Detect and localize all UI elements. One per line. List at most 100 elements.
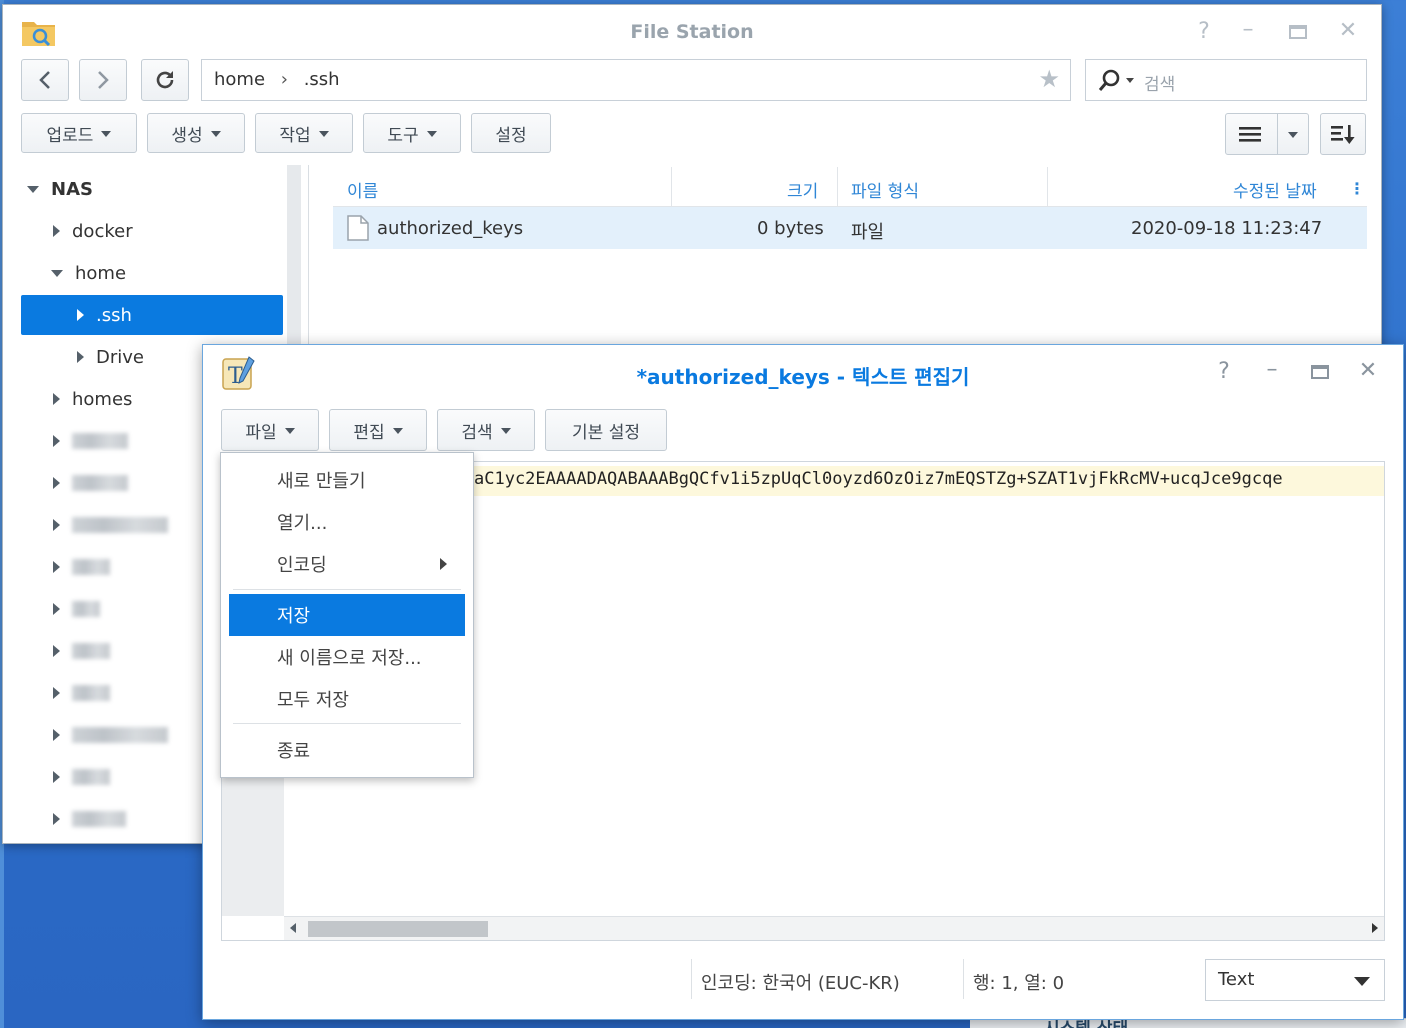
tools-button[interactable]: 도구	[363, 113, 461, 153]
scroll-left-icon[interactable]	[290, 923, 296, 933]
close-icon[interactable]: ✕	[1333, 18, 1363, 43]
expand-right-icon	[53, 393, 60, 405]
menu-item-save[interactable]: 저장	[229, 594, 465, 636]
redacted-label	[72, 727, 168, 743]
view-mode-button[interactable]	[1225, 113, 1309, 155]
scrollbar-thumb[interactable]	[308, 921, 488, 937]
caret-down-icon	[210, 131, 221, 137]
tree-item-redacted[interactable]	[53, 589, 100, 629]
menu-item-exit[interactable]: 종료	[229, 729, 465, 771]
expand-right-icon	[53, 645, 60, 657]
menu-item-save-all[interactable]: 모두 저장	[229, 678, 465, 720]
tree-item-docker[interactable]: docker	[53, 211, 133, 251]
file-station-titlebar[interactable]: File Station ? – ✕	[3, 5, 1381, 57]
tree-item-homes[interactable]: homes	[53, 379, 132, 419]
file-list-header: 이름 크기 파일 형식 수정된 날짜 ⋮	[333, 167, 1367, 207]
column-name[interactable]: 이름	[347, 177, 378, 202]
syntax-mode-select[interactable]: Text	[1205, 959, 1385, 1001]
breadcrumb: home › .ssh	[214, 69, 340, 90]
help-icon[interactable]: ?	[1189, 19, 1219, 44]
column-separator	[837, 167, 838, 207]
expand-right-icon	[53, 477, 60, 489]
status-divider	[691, 959, 692, 999]
breadcrumb-ssh[interactable]: .ssh	[304, 69, 340, 90]
column-separator	[671, 167, 672, 207]
redacted-label	[72, 769, 110, 785]
expand-right-icon	[53, 771, 60, 783]
expand-down-icon	[27, 185, 39, 193]
menu-item-encoding[interactable]: 인코딩	[229, 543, 465, 585]
table-row[interactable]: authorized_keys 0 bytes 파일 2020-09-18 11…	[333, 207, 1367, 249]
search-input[interactable]: 검색	[1144, 70, 1175, 95]
column-modified[interactable]: 수정된 날짜	[1233, 177, 1317, 202]
status-divider	[963, 959, 964, 999]
refresh-button[interactable]	[141, 59, 189, 101]
tree-item-redacted[interactable]	[53, 547, 110, 587]
tree-item-label: home	[75, 262, 127, 284]
action-button[interactable]: 작업	[255, 113, 353, 153]
tree-item-ssh[interactable]: .ssh	[21, 295, 283, 335]
search-options-caret-icon[interactable]	[1126, 78, 1134, 83]
tree-item-redacted[interactable]	[53, 505, 168, 545]
search-icon[interactable]	[1098, 68, 1122, 92]
maximize-icon[interactable]	[1311, 365, 1329, 379]
menu-item-new[interactable]: 새로 만들기	[229, 459, 465, 501]
help-icon[interactable]: ?	[1209, 359, 1239, 384]
search-box[interactable]: 검색	[1085, 59, 1367, 101]
horizontal-scrollbar[interactable]	[284, 916, 1384, 940]
tree-item-redacted[interactable]	[53, 799, 126, 839]
settings-button[interactable]: 설정	[471, 113, 551, 153]
expand-right-icon	[53, 813, 60, 825]
file-menu-dropdown[interactable]: 새로 만들기 열기... 인코딩 저장 새 이름으로 저장... 모두 저장 종…	[220, 452, 474, 778]
expand-right-icon	[53, 603, 60, 615]
maximize-icon[interactable]	[1289, 25, 1307, 39]
caret-down-icon	[1287, 132, 1298, 138]
tree-item-redacted[interactable]	[53, 715, 168, 755]
breadcrumb-home[interactable]: home	[214, 69, 265, 90]
tree-item-label: Drive	[96, 346, 144, 368]
create-button[interactable]: 생성	[147, 113, 245, 153]
close-icon[interactable]: ✕	[1353, 358, 1383, 383]
sort-button[interactable]	[1320, 113, 1366, 155]
encoding-status: 인코딩: 한국어 (EUC-KR)	[701, 973, 900, 994]
file-icon	[347, 215, 369, 241]
tree-item-redacted[interactable]	[53, 463, 128, 503]
preferences-button[interactable]: 기본 설정	[545, 409, 667, 451]
column-separator	[1047, 167, 1048, 207]
expand-right-icon	[77, 309, 84, 321]
file-size: 0 bytes	[757, 218, 824, 239]
tree-item-redacted[interactable]	[53, 757, 110, 797]
tree-item-label: homes	[72, 388, 133, 410]
back-button[interactable]	[21, 59, 69, 101]
editor-content[interactable]: aC1yc2EAAAADAQABAAABgQCfv1i5zpUqCl0oyzd6…	[474, 469, 1283, 489]
column-size[interactable]: 크기	[787, 177, 818, 202]
tree-item-redacted[interactable]	[53, 631, 110, 671]
scroll-right-icon[interactable]	[1372, 923, 1378, 933]
redacted-label	[72, 685, 110, 701]
tree-root-nas[interactable]: NAS	[27, 169, 93, 209]
file-type: 파일	[851, 222, 885, 243]
minimize-icon[interactable]: –	[1257, 357, 1287, 382]
menu-item-save-as[interactable]: 새 이름으로 저장...	[229, 636, 465, 678]
tree-item-redacted[interactable]	[53, 673, 110, 713]
minimize-icon[interactable]: –	[1233, 17, 1263, 42]
path-bar[interactable]: home › .ssh ★	[201, 59, 1071, 101]
caret-down-icon	[318, 131, 329, 137]
tree-item-drive[interactable]: Drive	[77, 337, 144, 377]
column-options-icon[interactable]: ⋮	[1349, 179, 1365, 198]
file-name: authorized_keys	[377, 218, 524, 239]
file-menu-button[interactable]: 파일	[221, 409, 319, 451]
menu-item-open[interactable]: 열기...	[229, 501, 465, 543]
forward-button[interactable]	[79, 59, 127, 101]
redacted-label	[72, 433, 128, 449]
redacted-label	[72, 643, 110, 659]
caret-down-icon	[392, 428, 403, 434]
search-menu-button[interactable]: 검색	[437, 409, 535, 451]
upload-button[interactable]: 업로드	[21, 113, 137, 153]
favorite-star-icon[interactable]: ★	[1038, 65, 1060, 93]
column-type[interactable]: 파일 형식	[851, 177, 919, 202]
edit-menu-button[interactable]: 편집	[329, 409, 427, 451]
expand-right-icon	[77, 351, 84, 363]
tree-item-redacted[interactable]	[53, 421, 128, 461]
tree-item-home[interactable]: home	[51, 253, 126, 293]
